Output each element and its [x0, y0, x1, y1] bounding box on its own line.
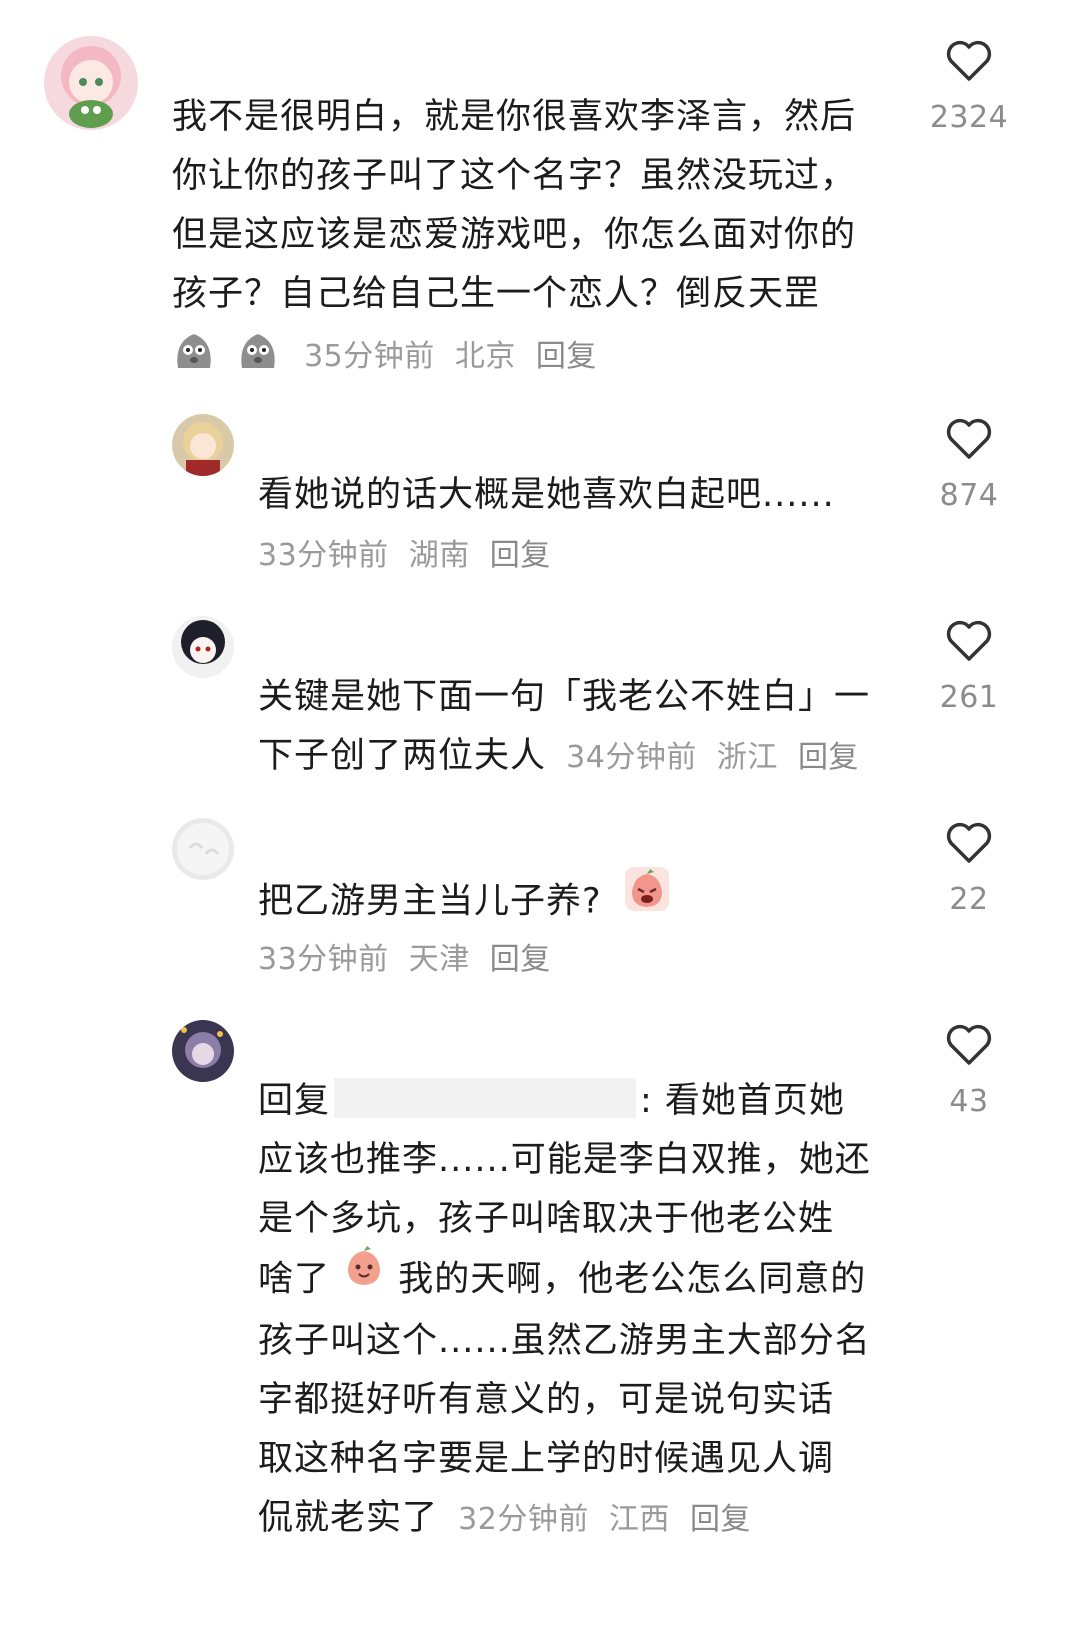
comment-3-line: 关键是她下面一句「我老公不姓白」一	[258, 677, 871, 717]
comment-location: 浙江	[716, 740, 778, 775]
avatar-comment-5[interactable]	[172, 1020, 234, 1082]
like-button[interactable]: 2324	[914, 40, 1024, 135]
like-button[interactable]: 874	[914, 418, 1024, 513]
comment-5-line: 是个多坑，孩子叫啥取决于他老公姓	[258, 1199, 835, 1239]
comment-5-line: 啥了	[258, 1259, 331, 1300]
comment-time: 33分钟前	[258, 942, 389, 977]
reply-button[interactable]: 回复	[690, 1502, 751, 1537]
redacted-username	[334, 1078, 637, 1118]
comment-1-line: 孩子？自己给自己生一个恋人？倒反天罡	[172, 274, 821, 314]
like-button[interactable]: 43	[914, 1024, 1024, 1119]
comment-time: 32分钟前	[458, 1502, 589, 1537]
like-button[interactable]: 22	[914, 822, 1024, 917]
avatar-comment-4[interactable]	[172, 818, 234, 880]
heart-outline-icon	[946, 40, 992, 81]
avatar-comment-1[interactable]	[44, 36, 138, 130]
like-count: 261	[939, 680, 999, 715]
comment-5-line: 侃就老实了	[258, 1498, 439, 1538]
comment-location: 江西	[608, 1502, 670, 1537]
like-count: 43	[949, 1084, 989, 1119]
avatar-comment-3[interactable]	[172, 616, 234, 678]
avatar-comment-2[interactable]	[172, 414, 234, 476]
like-count: 2324	[929, 100, 1009, 135]
like-count: 22	[949, 882, 989, 917]
gray-blob-sticker-icon	[236, 328, 280, 387]
comment-location: 北京	[454, 339, 516, 374]
reply-button[interactable]: 回复	[798, 740, 859, 775]
comment-time: 35分钟前	[304, 339, 435, 374]
reply-button[interactable]: 回复	[490, 942, 551, 977]
comment-1-line: 你让你的孩子叫了这个名字？虽然没玩过，	[172, 156, 857, 196]
crying-peach-emoji-icon	[624, 866, 670, 931]
comment-1-line: 我不是很明白，就是你很喜欢李泽言，然后	[172, 97, 857, 137]
reply-button[interactable]: 回复	[490, 538, 551, 573]
comment-location: 天津	[408, 942, 470, 977]
comment-5-line: 取这种名字要是上学的时候遇见人调	[258, 1439, 835, 1479]
heart-outline-icon	[946, 418, 992, 459]
comment-time: 34分钟前	[566, 740, 697, 775]
reply-button[interactable]: 回复	[536, 339, 597, 374]
comment-5-line: : 看她首页她	[640, 1081, 845, 1121]
comment-location: 湖南	[408, 538, 470, 573]
comment-5-line: 我的天啊，他老公怎么同意的	[398, 1259, 867, 1300]
comment-2-line: 看她说的话大概是她喜欢白起吧......	[258, 475, 835, 515]
heart-outline-icon	[946, 1024, 992, 1065]
comment-1-line: 但是这应该是恋爱游戏吧，你怎么面对你的	[172, 215, 857, 255]
reply-prefix: 回复	[258, 1081, 331, 1121]
peach-emoji-icon	[342, 1245, 386, 1308]
comment-4-text: 把乙游男主当儿子养?	[258, 881, 602, 922]
heart-outline-icon	[946, 822, 992, 863]
comment-3-line: 下子创了两位夫人	[258, 736, 547, 776]
like-count: 874	[939, 478, 999, 513]
heart-outline-icon	[946, 620, 992, 661]
like-button[interactable]: 261	[914, 620, 1024, 715]
gray-blob-sticker-icon	[172, 328, 216, 387]
comment-5-line: 应该也推李......可能是李白双推，她还	[258, 1140, 871, 1180]
comment-5-line: 字都挺好听有意义的，可是说句实话	[258, 1380, 835, 1420]
comment-5-line: 孩子叫这个......虽然乙游男主大部分名	[258, 1321, 871, 1361]
comment-time: 33分钟前	[258, 538, 389, 573]
